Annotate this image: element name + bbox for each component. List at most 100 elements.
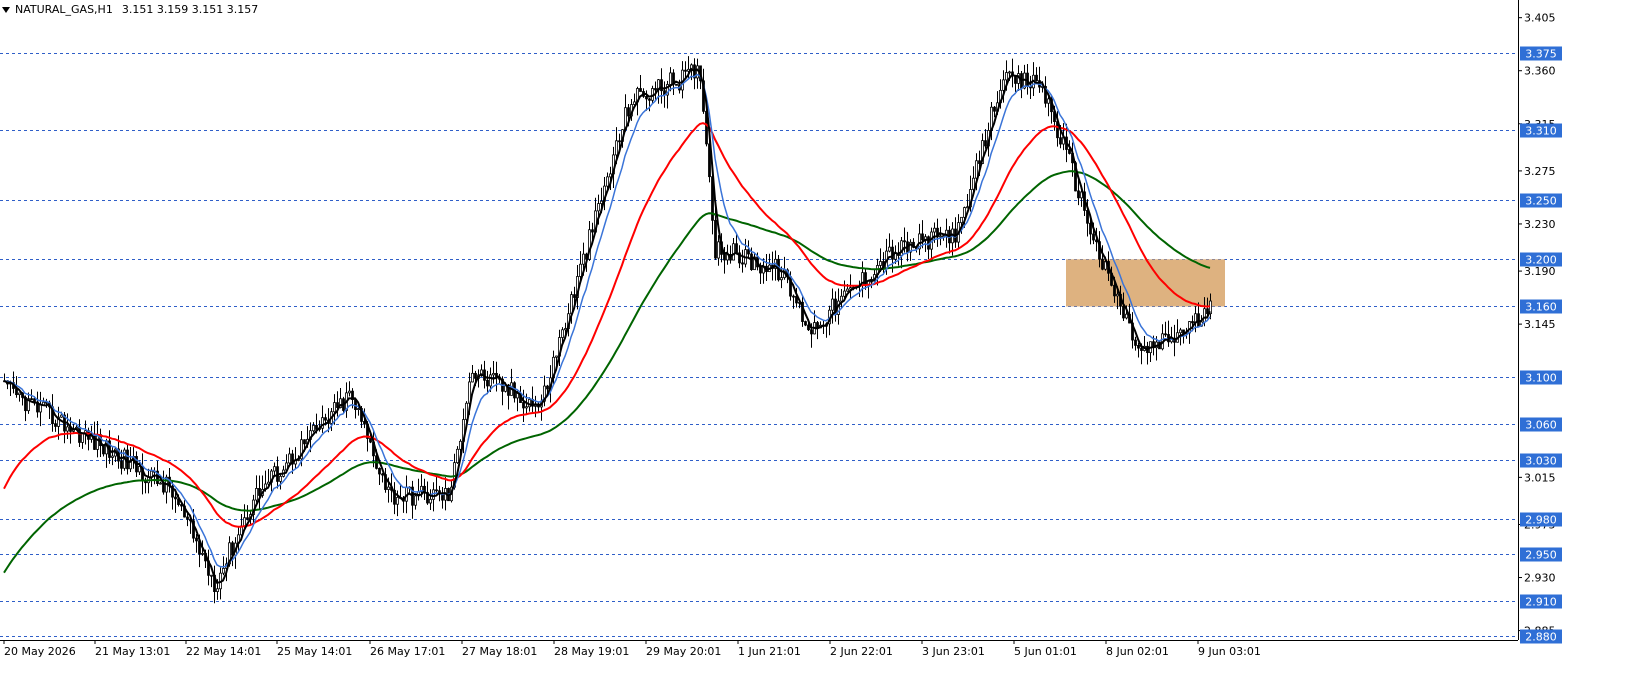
candle [822,320,825,335]
candle [732,238,735,261]
candle [1137,342,1140,358]
candle [195,533,198,553]
x-tick-label-1: 21 May 13:01 [95,645,170,658]
candle [840,289,843,309]
x-tick-label-3: 25 May 14:01 [277,645,352,658]
candle [1035,67,1038,82]
symbol-header[interactable]: NATURAL_GAS,H1 3.151 3.159 3.151 3.157 [2,3,258,16]
candle [378,467,381,486]
x-tick-label-7: 29 May 20:01 [646,645,721,658]
candle [126,444,129,475]
candle [111,447,114,466]
candle [258,475,261,510]
y-tick-label-6: 3.145 [1524,318,1556,331]
level-label-1: 3.310 [1525,125,1557,138]
candle [213,565,216,604]
candle [276,456,279,489]
candle [1029,75,1032,100]
x-tick-label-2: 22 May 14:01 [186,645,261,658]
candle [735,234,738,255]
candle [207,549,210,586]
candle [81,432,84,449]
candle [435,476,438,493]
candle [861,261,864,298]
candle [831,288,834,324]
candle [675,83,678,86]
candle [417,478,420,501]
candle [441,487,444,509]
y-tick-label-1: 3.360 [1524,65,1556,78]
horizontal-levels [0,53,1518,637]
candle [540,394,543,421]
triangle-down-icon[interactable] [2,6,10,13]
candle [429,489,432,511]
moving-average-blue [3,73,1211,568]
candle [948,226,951,254]
candle [471,364,474,383]
ohlc-values: 3.151 3.159 3.151 3.157 [121,3,259,16]
candle [1131,312,1134,349]
x-tick-label-10: 3 Jun 23:01 [922,645,985,658]
candle [174,492,177,513]
time-axis-ticks[interactable]: 20 May 2026 21 May 13:01 22 May 14:01 25 Ma… [3,640,1261,658]
candle [1167,320,1170,347]
candle [27,392,30,414]
candle [246,505,249,521]
price-level-labels: 3.375 3.310 3.250 3.200 3.160 3.100 3.060 3.030… [1520,46,1562,644]
candle [717,235,720,266]
candle [354,399,357,419]
level-label-4: 3.160 [1525,301,1557,314]
x-tick-label-5: 27 May 18:01 [462,645,537,658]
candle [243,504,246,529]
candlesticks [3,56,1212,604]
candle [1032,62,1035,96]
price-axis-ticks[interactable]: 3.4053.3603.3153.2753.2303.1903.1453.015… [1518,12,1556,638]
level-label-3: 3.200 [1525,254,1557,267]
level-label-7: 3.030 [1525,455,1557,468]
candle [321,405,324,433]
level-label-0: 3.375 [1525,48,1557,61]
candle [870,276,873,289]
candle [279,473,282,490]
y-tick-label-4: 3.230 [1524,218,1556,231]
level-label-8: 2.980 [1525,514,1557,527]
candle [486,370,489,395]
x-tick-label-4: 26 May 17:01 [370,645,445,658]
candle [141,453,144,495]
candle [1038,66,1041,93]
candle [66,413,69,440]
candle [348,381,351,397]
candle [414,494,417,510]
candle [984,129,987,149]
candle [30,389,33,401]
candle [738,245,741,269]
candle [510,368,513,396]
level-label-5: 3.100 [1525,372,1557,385]
candle [1173,324,1176,357]
symbol-label: NATURAL_GAS,H1 [15,3,113,16]
candle [273,462,276,476]
supply-zone-rectangle[interactable] [1066,259,1225,307]
candle [669,67,672,92]
candle [744,238,747,268]
candle [39,391,42,427]
price-chart[interactable]: 3.4053.3603.3153.2753.2303.1903.1453.015… [0,0,1641,693]
candle [1164,321,1167,337]
candle [393,482,396,515]
candle [867,279,870,299]
candle [1146,341,1149,365]
candle [1014,75,1017,92]
candle [729,245,732,264]
candle [237,527,240,551]
candle [1020,71,1023,99]
candle [993,106,996,118]
candle [1161,324,1164,351]
candle [918,223,921,256]
candle [537,402,540,412]
candle [492,360,495,384]
candle [936,218,939,247]
candle [741,249,744,273]
y-tick-label-9: 2.930 [1524,572,1556,585]
candle [816,321,819,340]
candle [312,422,315,433]
